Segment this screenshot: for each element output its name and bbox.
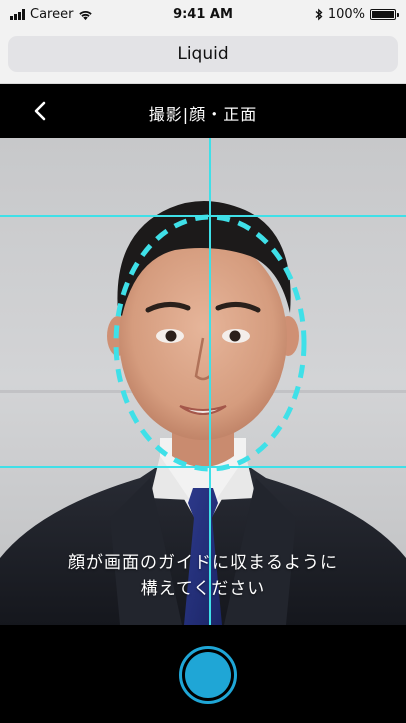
url-title: Liquid <box>177 44 229 64</box>
battery-fill <box>372 11 394 18</box>
url-bar[interactable]: Liquid <box>8 36 398 72</box>
screen: Career 9:41 AM 100% Liquid 撮影|顔・正面 顔が画面の… <box>0 0 406 723</box>
status-right: 100% <box>315 7 399 22</box>
app-header: 撮影|顔・正面 <box>0 84 406 138</box>
instruction-line-2: 構えてください <box>140 579 266 599</box>
shutter-bar <box>0 625 406 723</box>
shutter-inner <box>185 652 231 698</box>
battery-icon <box>370 9 399 20</box>
browser-bar: Liquid <box>0 32 406 84</box>
camera-preview: 顔が画面のガイドに収まるように 構えてください <box>0 138 406 625</box>
status-bar: Career 9:41 AM 100% <box>0 0 406 32</box>
bluetooth-icon <box>315 8 323 21</box>
instruction-line-1: 顔が画面のガイドに収まるように <box>68 553 338 573</box>
instruction-text: 顔が画面のガイドに収まるように 構えてください <box>0 550 406 602</box>
shutter-button[interactable] <box>179 646 237 704</box>
battery-percent: 100% <box>327 7 365 22</box>
page-title: 撮影|顔・正面 <box>148 105 258 124</box>
